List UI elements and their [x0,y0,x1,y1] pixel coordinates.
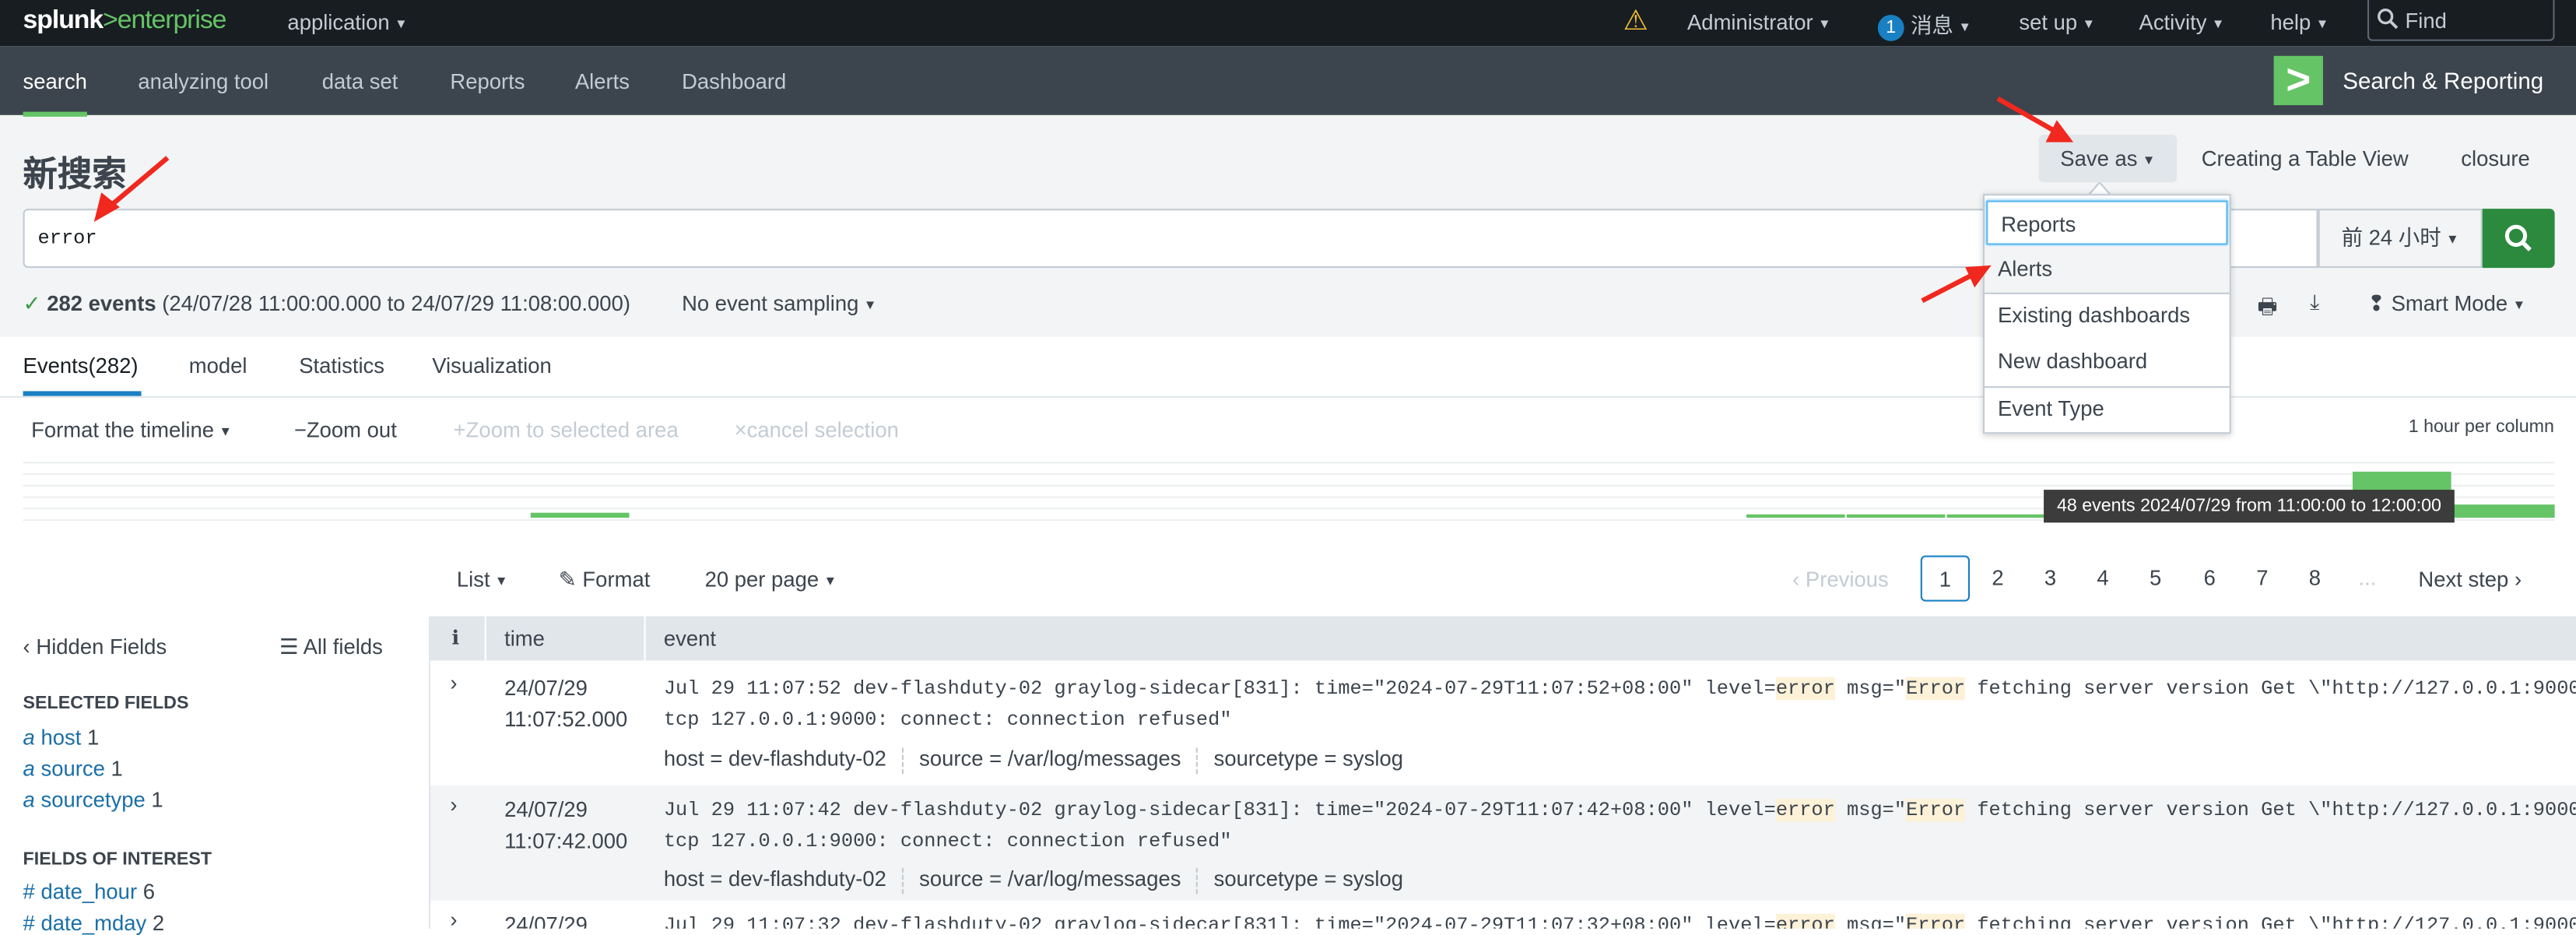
annotation-arrows [93,96,2074,304]
splunk-search-page: splunk>enterprise application ▼ ⚠ Adminis… [0,0,2576,935]
annotation-arrow [1921,265,1992,304]
annotation-arrow [93,156,170,223]
annotation-arrow [1996,96,2074,142]
